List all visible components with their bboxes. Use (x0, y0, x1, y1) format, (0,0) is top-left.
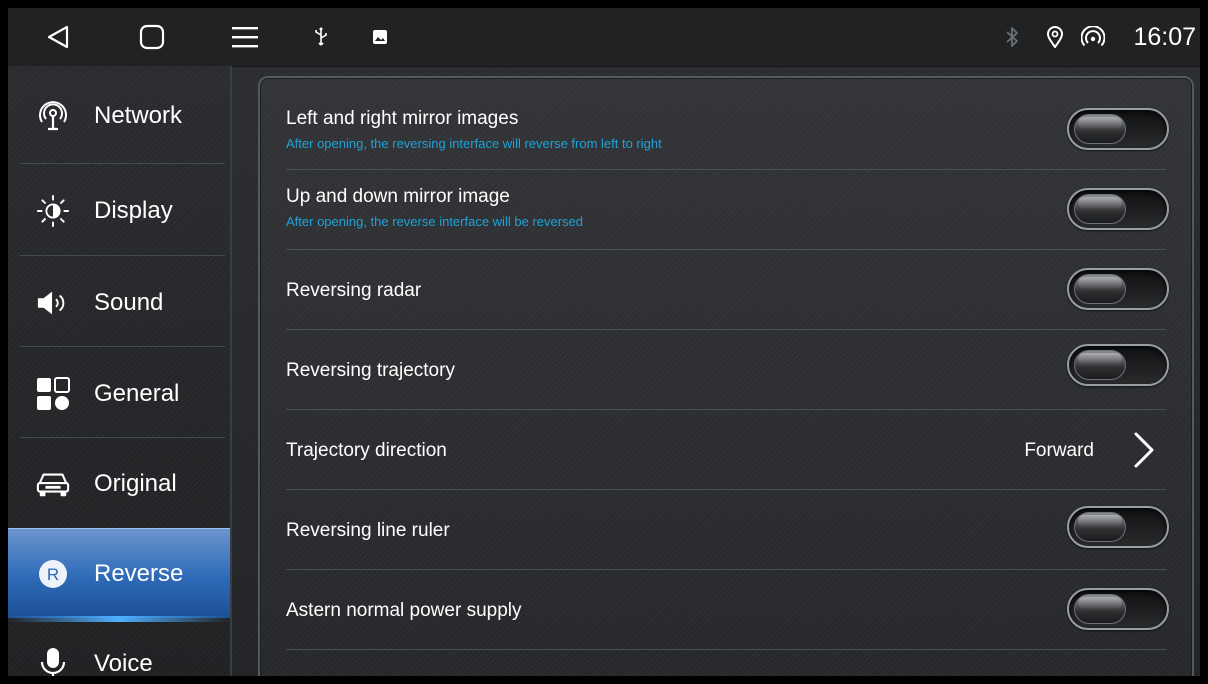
settings-sidebar: Network Display Sound General Original R… (8, 66, 232, 676)
microphone-icon (36, 647, 70, 676)
setting-title: Reversing line ruler (286, 520, 450, 541)
car-icon (36, 467, 70, 501)
sidebar-item-label: Voice (94, 650, 153, 676)
sidebar-item-general[interactable]: General (8, 349, 230, 439)
astern-power-supply-toggle[interactable] (1067, 588, 1169, 630)
location-pin-icon (1044, 8, 1066, 66)
sidebar-item-voice[interactable]: Voice (8, 619, 230, 676)
usb-icon (310, 8, 332, 66)
sidebar-item-original[interactable]: Original (8, 439, 230, 529)
reversing-trajectory-toggle[interactable] (1067, 344, 1169, 386)
sidebar-divider (20, 437, 225, 438)
sidebar-item-label: Display (94, 197, 173, 224)
hamburger-menu-icon[interactable] (228, 8, 262, 66)
toggle-knob (1074, 194, 1126, 224)
trajectory-direction-value: Forward (1024, 440, 1094, 461)
sidebar-item-label: General (94, 380, 180, 407)
bluetooth-icon (1000, 8, 1024, 66)
home-square-icon[interactable] (132, 8, 172, 66)
back-triangle-icon[interactable] (38, 8, 78, 66)
left-right-mirror-toggle[interactable] (1067, 108, 1169, 150)
setting-title: Astern normal power supply (286, 600, 522, 621)
toggle-knob (1074, 512, 1126, 542)
clock: 16:07 (1133, 23, 1196, 51)
reverse-r-icon: R (36, 557, 70, 591)
status-bar: 16:07 (8, 8, 1200, 67)
sidebar-item-label: Network (94, 102, 183, 129)
sidebar-divider (20, 163, 225, 164)
setting-row-astern-power-supply[interactable]: Astern normal power supply (286, 570, 1169, 650)
setting-row-left-right-mirror[interactable]: Left and right mirror images After openi… (286, 90, 1169, 170)
general-grid-icon (36, 377, 70, 411)
setting-title: Up and down mirror image (286, 186, 510, 207)
chevron-right-icon[interactable] (1128, 430, 1158, 470)
setting-subtitle: After opening, the reverse interface wil… (286, 214, 583, 229)
speaker-icon (36, 286, 70, 320)
sidebar-item-reverse[interactable]: R Reverse (8, 528, 230, 622)
setting-title: Reversing radar (286, 280, 422, 301)
setting-row-up-down-mirror[interactable]: Up and down mirror image After opening, … (286, 170, 1169, 250)
setting-subtitle: After opening, the reversing interface w… (286, 136, 662, 151)
hotspot-icon (1080, 8, 1106, 66)
sidebar-divider (20, 346, 225, 347)
reversing-radar-toggle[interactable] (1067, 268, 1169, 310)
brightness-icon (36, 194, 70, 228)
svg-text:R: R (47, 565, 59, 584)
sidebar-item-label: Original (94, 470, 177, 497)
setting-row-reversing-line-ruler[interactable]: Reversing line ruler (286, 490, 1169, 570)
sidebar-divider (20, 255, 225, 256)
row-divider (286, 649, 1166, 650)
sidebar-item-sound[interactable]: Sound (8, 258, 230, 348)
setting-title: Left and right mirror images (286, 108, 519, 129)
setting-row-reversing-trajectory[interactable]: Reversing trajectory (286, 330, 1169, 410)
toggle-knob (1074, 274, 1126, 304)
sidebar-item-network[interactable]: Network (8, 71, 230, 161)
image-notification-icon (370, 8, 390, 66)
sidebar-item-label: Reverse (94, 559, 184, 587)
sidebar-item-label: Sound (94, 289, 164, 316)
reversing-line-ruler-toggle[interactable] (1067, 506, 1169, 548)
toggle-knob (1074, 594, 1126, 624)
toggle-knob (1074, 114, 1126, 144)
car-settings-screen: 16:07 Network Display Sound General Orig… (8, 8, 1200, 676)
sidebar-item-display[interactable]: Display (8, 166, 230, 256)
toggle-knob (1074, 350, 1126, 380)
up-down-mirror-toggle[interactable] (1067, 188, 1169, 230)
network-icon (36, 99, 70, 133)
setting-row-reversing-radar[interactable]: Reversing radar (286, 250, 1169, 330)
reverse-settings-panel: Left and right mirror images After openi… (258, 76, 1194, 676)
setting-title: Trajectory direction (286, 440, 447, 461)
setting-title: Reversing trajectory (286, 360, 455, 381)
setting-row-trajectory-direction[interactable]: Trajectory direction Forward (286, 410, 1166, 490)
